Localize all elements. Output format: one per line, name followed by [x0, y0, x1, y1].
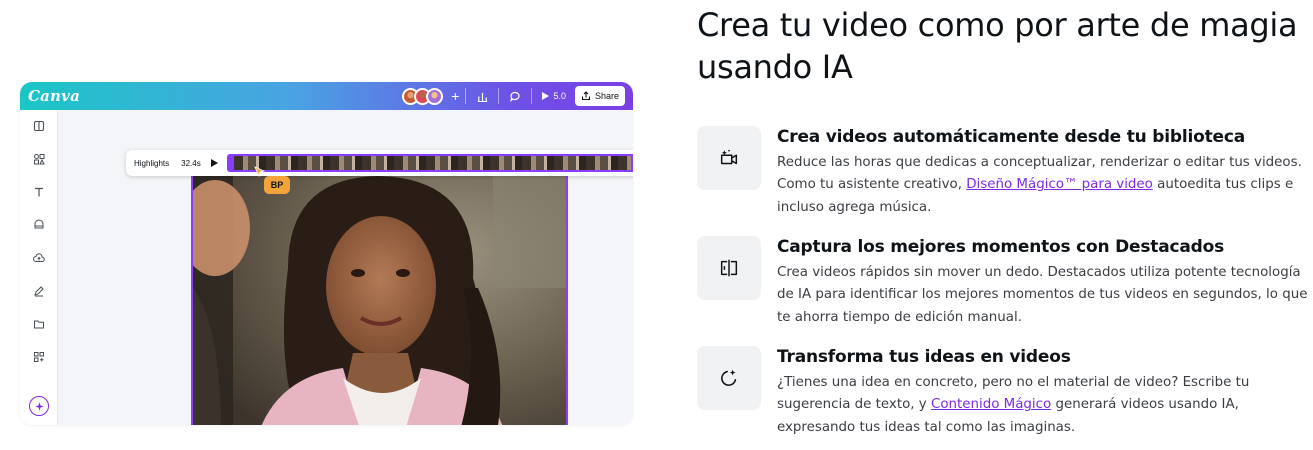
avatar[interactable] — [426, 87, 444, 105]
feature-item: Transforma tus ideas en videos ¿Tienes u… — [697, 346, 1307, 442]
magic-content-link[interactable]: Contenido Mágico — [931, 397, 1051, 412]
insights-button[interactable] — [472, 87, 492, 105]
canva-logo: Canva — [28, 87, 80, 105]
comments-button[interactable] — [505, 87, 525, 105]
magic-icon — [34, 401, 44, 411]
cursor-pointer-icon — [254, 166, 266, 178]
feature-item: Captura los mejores momentos con Destaca… — [697, 236, 1307, 332]
feature-icon-box — [697, 346, 761, 410]
woman-portrait-image — [193, 168, 566, 425]
timeline-label: Highlights — [134, 158, 170, 168]
magic-moon-icon — [721, 369, 737, 386]
feature-icon-box — [697, 126, 761, 190]
editor-sidebar — [20, 110, 58, 425]
magic-design-link[interactable]: Diseño Mágico™ para video — [966, 177, 1153, 192]
share-label: Share — [594, 91, 619, 101]
editor-topbar: Canva + 5.0 Share — [20, 82, 633, 110]
uploads-icon[interactable] — [33, 252, 45, 264]
topbar-actions: + 5.0 Share — [402, 86, 625, 106]
brand-icon[interactable] — [33, 219, 45, 231]
magic-button[interactable] — [29, 396, 49, 416]
projects-icon[interactable] — [33, 318, 45, 330]
feature-item: Crea videos automáticamente desde tu bib… — [697, 126, 1307, 222]
toolbar-divider — [465, 88, 467, 104]
timeline-duration: 32.4s — [181, 158, 201, 168]
feature-title: Crea videos automáticamente desde tu bib… — [777, 127, 1245, 147]
feature-text: Crea videos rápidos sin mover un dedo. D… — [777, 265, 1308, 325]
page-title: Crea tu video como por arte de magia usa… — [697, 6, 1298, 86]
canva-editor-mockup: Canva + 5.0 Share Highlights 32.4s BP — [20, 82, 633, 425]
draw-icon[interactable] — [33, 285, 45, 297]
text-icon[interactable] — [33, 186, 45, 198]
present-button[interactable]: 5.0 — [538, 87, 569, 105]
feature-title: Transforma tus ideas en videos — [777, 347, 1071, 367]
highlights-timeline[interactable]: Highlights 32.4s — [126, 150, 633, 176]
bar-chart-icon — [477, 92, 488, 102]
play-icon — [542, 92, 550, 100]
video-frame[interactable] — [191, 168, 568, 425]
feature-icon-box — [697, 236, 761, 300]
share-button[interactable]: Share — [574, 86, 625, 106]
comment-icon — [510, 91, 521, 102]
feature-description: ¿Tienes una idea en concreto, pero no el… — [777, 372, 1312, 439]
feature-description: Crea videos rápidos sin mover un dedo. D… — [777, 262, 1312, 329]
editor-canvas: Highlights 32.4s BP — [58, 110, 633, 425]
share-icon — [581, 91, 591, 101]
layout-icon[interactable] — [33, 120, 45, 132]
toolbar-divider — [531, 88, 533, 104]
apps-icon[interactable] — [33, 351, 45, 363]
timeline-play-icon[interactable] — [210, 159, 218, 167]
timeline-clip-strip[interactable] — [226, 154, 633, 172]
feature-description: Reduce las horas que dedicas a conceptua… — [777, 152, 1312, 219]
collaborator-avatars[interactable] — [402, 87, 444, 105]
add-collaborator-button[interactable]: + — [451, 89, 459, 103]
highlights-icon — [720, 259, 738, 277]
collaborator-cursor-badge: BP — [264, 176, 290, 194]
elements-icon[interactable] — [33, 153, 45, 165]
video-sparkle-icon — [720, 149, 738, 165]
feature-title: Captura los mejores momentos con Destaca… — [777, 237, 1224, 257]
timer-label: 5.0 — [553, 91, 566, 101]
toolbar-divider — [498, 88, 500, 104]
